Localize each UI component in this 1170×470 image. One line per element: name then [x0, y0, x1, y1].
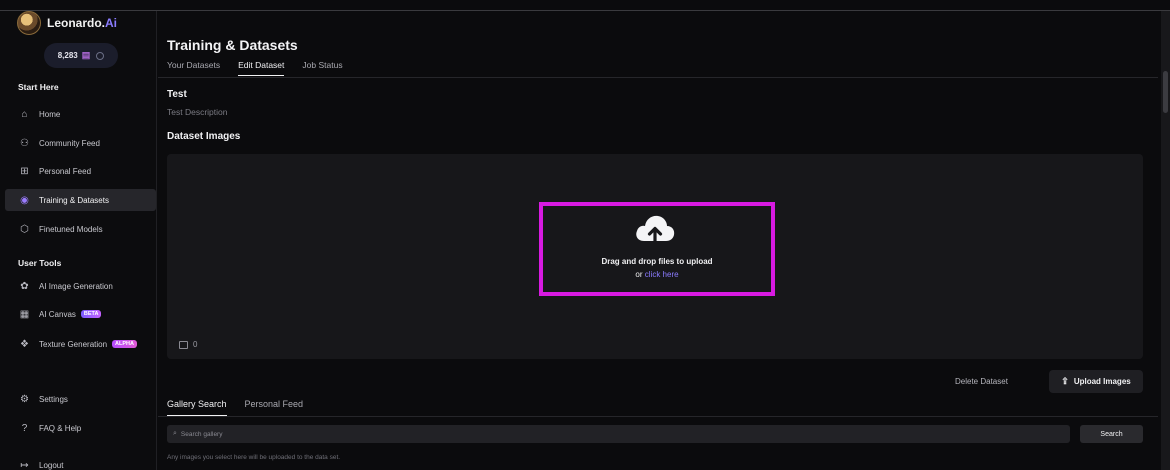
gallery-tabs-divider	[158, 416, 1158, 417]
sidebar-item-ai-image-generation[interactable]: ✿ AI Image Generation	[5, 275, 156, 297]
sidebar-item-personal-feed[interactable]: ⊞ Personal Feed	[5, 160, 156, 182]
texture-icon: ❖	[20, 338, 29, 350]
tab-edit-dataset[interactable]: Edit Dataset	[238, 60, 285, 76]
delete-dataset-button[interactable]: Delete Dataset	[955, 377, 1008, 386]
tab-gallery-search[interactable]: Gallery Search	[167, 399, 227, 416]
scrollbar-thumb[interactable]	[1163, 71, 1168, 113]
gear-icon: ⚙	[20, 393, 29, 405]
sidebar-item-logout[interactable]: ↦ Logout	[5, 454, 156, 470]
dataset-name: Test	[167, 89, 187, 100]
gallery-hint: Any images you select here will be uploa…	[167, 454, 341, 461]
upload-icon: ⇪	[1061, 376, 1069, 386]
drop-alternative: or click here	[539, 270, 775, 279]
image-dropzone[interactable]: Drag and drop files to upload or click h…	[167, 154, 1143, 359]
sidebar: Leonardo.Ai 8,283 ▤ Start Here ⌂ Home ⚇ …	[0, 11, 157, 470]
page-tabs: Your Datasets Edit Dataset Job Status	[167, 60, 343, 76]
image-count: 0	[179, 340, 197, 349]
grid-icon: ⊞	[20, 165, 29, 177]
gallery-search-input[interactable]	[180, 430, 1041, 438]
sidebar-item-label: FAQ & Help	[39, 423, 82, 433]
canvas-icon: ▦	[19, 308, 30, 320]
brand-logo[interactable]: Leonardo.Ai	[17, 11, 117, 35]
tab-personal-feed[interactable]: Personal Feed	[245, 399, 304, 416]
drop-instructions: Drag and drop files to upload	[601, 257, 713, 266]
sidebar-item-finetuned-models[interactable]: ⬡ Finetuned Models	[5, 218, 156, 240]
gallery-tabs: Gallery Search Personal Feed	[167, 399, 303, 416]
sidebar-item-texture-generation[interactable]: ❖ Texture Generation ALPHA	[5, 333, 156, 355]
token-count: 8,283	[57, 51, 78, 60]
logo-avatar-icon	[17, 11, 41, 35]
search-icon: ⌕	[173, 430, 177, 437]
cloud-upload-icon[interactable]	[633, 211, 677, 247]
sidebar-item-label: Finetuned Models	[39, 224, 103, 234]
tabs-divider	[158, 77, 1158, 78]
page-scrollbar[interactable]	[1161, 11, 1170, 470]
sidebar-item-home[interactable]: ⌂ Home	[5, 103, 156, 125]
page-title: Training & Datasets	[167, 37, 298, 53]
sidebar-item-label: AI Image Generation	[39, 281, 113, 291]
tab-your-datasets[interactable]: Your Datasets	[167, 60, 220, 76]
token-icon: ▤	[81, 50, 91, 60]
images-icon	[179, 340, 188, 349]
help-icon: ?	[21, 422, 28, 434]
sidebar-item-ai-canvas[interactable]: ▦ AI Canvas BETA	[5, 303, 156, 325]
sidebar-item-settings[interactable]: ⚙ Settings	[5, 388, 156, 410]
sidebar-item-faq-help[interactable]: ? FAQ & Help	[5, 417, 156, 439]
brand-name: Leonardo.Ai	[47, 16, 118, 30]
tab-job-status[interactable]: Job Status	[302, 60, 342, 76]
or-text: or	[635, 270, 643, 279]
sidebar-item-label: Personal Feed	[39, 166, 92, 176]
alpha-badge: ALPHA	[112, 340, 137, 348]
search-button[interactable]: Search	[1080, 425, 1143, 443]
main-content: Training & Datasets Your Datasets Edit D…	[158, 11, 1158, 470]
logout-icon: ↦	[20, 459, 29, 470]
gallery-search-box[interactable]: ⌕	[167, 425, 1070, 443]
sidebar-item-label: AI Canvas	[39, 309, 76, 319]
image-gen-icon: ✿	[20, 280, 29, 292]
community-icon: ⚇	[20, 137, 29, 149]
upload-images-label: Upload Images	[1073, 377, 1131, 386]
upload-images-button[interactable]: ⇪ Upload Images	[1049, 370, 1143, 393]
beta-badge: BETA	[80, 310, 102, 318]
training-icon: ◉	[20, 194, 29, 206]
sidebar-item-label: Settings	[39, 394, 68, 404]
dataset-images-title: Dataset Images	[167, 131, 241, 142]
click-here-link[interactable]: click here	[645, 270, 679, 279]
dataset-description: Test Description	[167, 107, 228, 117]
token-balance[interactable]: 8,283 ▤	[44, 43, 118, 68]
sidebar-item-training-datasets[interactable]: ◉ Training & Datasets	[5, 189, 156, 211]
sidebar-item-label: Training & Datasets	[39, 195, 109, 205]
sidebar-item-label: Texture Generation	[39, 339, 108, 349]
section-start-here: Start Here	[18, 82, 59, 92]
section-user-tools: User Tools	[18, 258, 62, 268]
cube-icon: ⬡	[20, 223, 29, 235]
image-count-value: 0	[193, 340, 198, 349]
sidebar-item-label: Logout	[39, 460, 64, 470]
clock-icon	[96, 51, 105, 60]
home-icon: ⌂	[21, 108, 28, 120]
sidebar-item-community-feed[interactable]: ⚇ Community Feed	[5, 132, 156, 154]
sidebar-item-label: Community Feed	[39, 138, 100, 148]
sidebar-item-label: Home	[39, 109, 61, 119]
